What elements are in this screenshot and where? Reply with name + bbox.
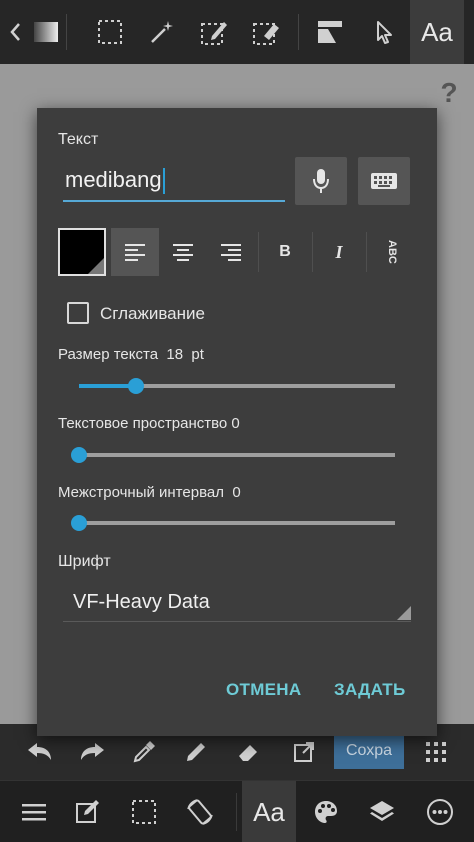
font-label: Шрифт — [58, 553, 111, 570]
antialias-label: Сглаживание — [100, 304, 205, 323]
spacing-slider[interactable] — [71, 447, 395, 463]
text-tool-label: Aa — [421, 16, 453, 47]
size-unit: pt — [191, 346, 204, 363]
size-slider-thumb[interactable] — [127, 378, 144, 394]
align-right-icon — [221, 244, 241, 261]
text-dialog: Текст medibang B I ABC Сглаживание Разме… — [37, 108, 437, 736]
align-left-button[interactable] — [111, 228, 159, 276]
text-field-label: Текст — [58, 131, 99, 148]
transform-icon[interactable] — [306, 0, 354, 64]
text-caret — [162, 168, 165, 195]
top-toolbar: Aa — [0, 0, 474, 64]
microphone-icon — [313, 169, 329, 193]
vertical-text-label: ABC — [386, 240, 398, 264]
save-button[interactable]: Сохра — [334, 733, 404, 769]
spacing-value: 0 — [231, 415, 240, 432]
format-divider — [312, 232, 313, 272]
dropdown-arrow-icon — [397, 606, 411, 620]
line-value: 0 — [232, 484, 241, 501]
line-label: Межстрочный интервал — [58, 484, 224, 501]
help-icon[interactable]: ? — [434, 78, 464, 108]
selection-icon[interactable] — [118, 781, 170, 842]
format-divider — [258, 232, 259, 272]
spacing-row: Текстовое пространство 0 — [58, 415, 240, 432]
toolbar-divider — [236, 793, 237, 831]
size-label: Размер текста — [58, 346, 159, 363]
ok-button[interactable]: ЗАДАТЬ — [334, 680, 406, 700]
keyboard-button[interactable] — [358, 157, 410, 205]
size-value: 18 — [166, 346, 184, 363]
text-tool-nav-label: Aa — [253, 796, 285, 827]
voice-input-button[interactable] — [295, 157, 347, 205]
more-options-icon[interactable] — [414, 781, 466, 842]
antialias-checkbox[interactable] — [67, 302, 89, 324]
pointer-icon[interactable] — [360, 0, 408, 64]
line-slider-thumb[interactable] — [71, 515, 87, 531]
text-tool-nav-button[interactable]: Aa — [242, 781, 296, 842]
italic-label: I — [335, 241, 343, 262]
font-dropdown[interactable]: VF-Heavy Data — [63, 582, 411, 622]
keyboard-icon — [371, 173, 397, 189]
app-window: Aa ? Сохра Aa Текст medibang B I ABC Сгл… — [0, 0, 474, 842]
align-center-icon — [173, 244, 193, 261]
rotate-screen-icon[interactable] — [174, 781, 226, 842]
format-divider — [366, 232, 367, 272]
bold-button[interactable]: B — [261, 228, 309, 276]
size-row: Размер текста 18 pt — [58, 346, 204, 363]
size-slider[interactable] — [79, 378, 395, 394]
palette-icon[interactable] — [300, 781, 352, 842]
spacing-label: Текстовое пространство — [58, 415, 228, 432]
layers-icon[interactable] — [356, 781, 408, 842]
menu-icon[interactable] — [8, 781, 60, 842]
back-arrow-icon[interactable] — [0, 0, 32, 64]
align-left-icon — [125, 244, 145, 261]
text-color-swatch[interactable] — [58, 228, 106, 276]
align-center-button[interactable] — [159, 228, 207, 276]
align-right-button[interactable] — [207, 228, 255, 276]
text-input[interactable]: medibang — [63, 158, 285, 202]
bottom-toolbar: Aa — [0, 780, 474, 842]
toolbar-divider — [298, 14, 299, 50]
layer-swatch-icon[interactable] — [30, 0, 62, 64]
edit-icon[interactable] — [62, 781, 114, 842]
line-row: Межстрочный интервал 0 — [58, 484, 241, 501]
bold-label: B — [279, 243, 291, 260]
select-eraser-icon[interactable] — [242, 0, 290, 64]
font-dropdown-value: VF-Heavy Data — [73, 591, 210, 613]
text-input-value: medibang — [65, 167, 162, 192]
select-pen-icon[interactable] — [190, 0, 238, 64]
magic-wand-icon[interactable] — [138, 0, 186, 64]
toolbar-divider — [66, 14, 67, 50]
line-slider[interactable] — [71, 515, 395, 531]
cancel-button[interactable]: ОТМЕНА — [226, 680, 301, 700]
vertical-text-button[interactable]: ABC — [368, 228, 416, 276]
italic-button[interactable]: I — [315, 228, 363, 276]
spacing-slider-thumb[interactable] — [71, 447, 87, 463]
rect-select-icon[interactable] — [86, 0, 134, 64]
text-tool-button[interactable]: Aa — [410, 0, 464, 64]
